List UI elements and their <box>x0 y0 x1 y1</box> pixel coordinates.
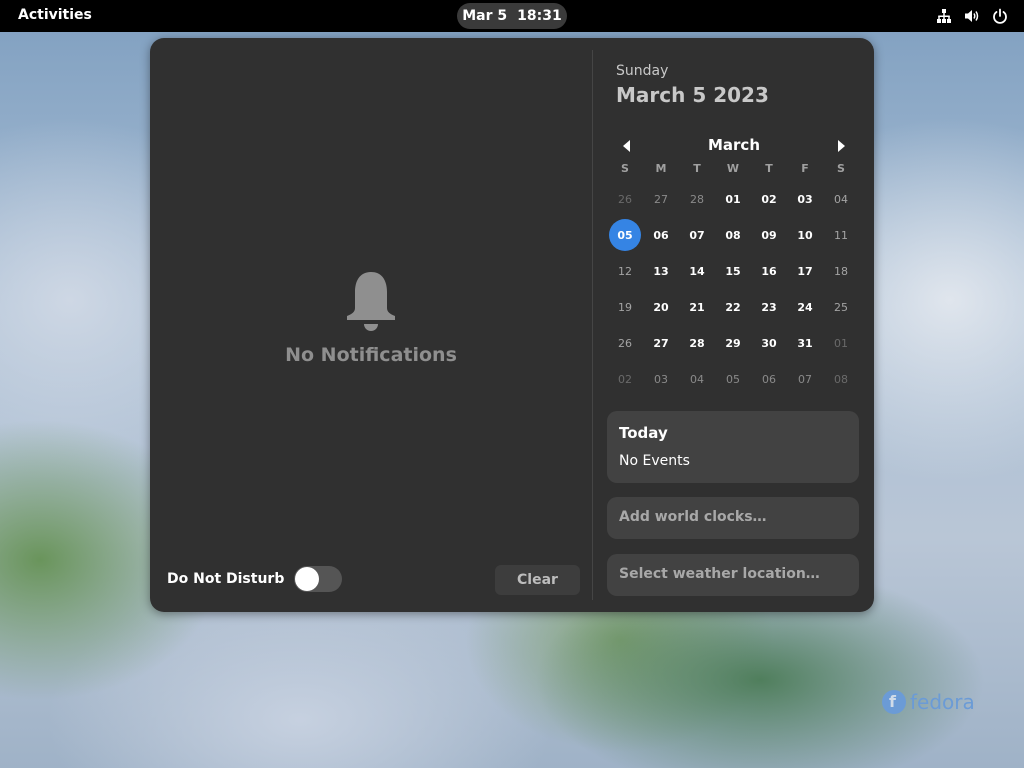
calendar-day[interactable]: 26 <box>607 181 643 217</box>
calendar-day[interactable]: 02 <box>607 361 643 397</box>
calendar-day[interactable]: 07 <box>679 217 715 253</box>
calendar-day[interactable]: 07 <box>787 361 823 397</box>
no-notifications-label: No Notifications <box>285 344 457 366</box>
weekday-header: T <box>765 162 773 175</box>
calendar-day[interactable]: 06 <box>751 361 787 397</box>
weekday-header: W <box>726 162 740 175</box>
calendar-day[interactable]: 08 <box>715 217 751 253</box>
calendar-week: 19 20 21 22 23 24 25 <box>607 289 859 325</box>
calendar-day[interactable]: 16 <box>751 253 787 289</box>
calendar-day[interactable]: 23 <box>751 289 787 325</box>
calendar-day[interactable]: 01 <box>823 325 859 361</box>
fedora-watermark: f fedora <box>882 690 975 714</box>
calendar-day[interactable]: 27 <box>643 181 679 217</box>
events-section[interactable]: Today No Events <box>607 411 859 483</box>
calendar-day[interactable]: 08 <box>823 361 859 397</box>
calendar-day[interactable]: 13 <box>643 253 679 289</box>
calendar-week: 05 06 07 08 09 10 11 <box>607 217 859 253</box>
calendar-day[interactable]: 28 <box>679 181 715 217</box>
month-label: March <box>707 136 761 154</box>
weekday-header: F <box>801 162 809 175</box>
month-header: March <box>616 134 852 158</box>
weekday-header: S <box>621 162 629 175</box>
network-wired-icon[interactable] <box>936 8 952 24</box>
calendar-day[interactable]: 27 <box>643 325 679 361</box>
calendar-day-today[interactable]: 05 <box>607 217 643 253</box>
today-marker: 05 <box>609 219 641 251</box>
power-icon[interactable] <box>992 8 1008 24</box>
calendar-day[interactable]: 25 <box>823 289 859 325</box>
do-not-disturb-toggle[interactable] <box>294 566 343 592</box>
calendar-day[interactable]: 28 <box>679 325 715 361</box>
calendar-week: 26 27 28 29 30 31 01 <box>607 325 859 361</box>
events-title: Today <box>619 424 668 442</box>
calendar-day[interactable]: 17 <box>787 253 823 289</box>
calendar-week: 26 27 28 01 02 03 04 <box>607 181 859 217</box>
calendar-day[interactable]: 14 <box>679 253 715 289</box>
calendar-day[interactable]: 05 <box>715 361 751 397</box>
bell-icon <box>347 272 395 331</box>
toggle-knob <box>295 567 320 591</box>
weekday-header: T <box>693 162 701 175</box>
calendar-day[interactable]: 21 <box>679 289 715 325</box>
system-tray[interactable] <box>936 0 1008 32</box>
calendar-day[interactable]: 19 <box>607 289 643 325</box>
calendar-day[interactable]: 09 <box>751 217 787 253</box>
calendar-day[interactable]: 15 <box>715 253 751 289</box>
no-events-label: No Events <box>619 453 690 469</box>
calendar-day[interactable]: 03 <box>787 181 823 217</box>
weather-location-label: Select weather location… <box>619 566 820 582</box>
calendar-day[interactable]: 04 <box>679 361 715 397</box>
clock-time: 18:31 <box>517 8 562 24</box>
calendar-day[interactable]: 03 <box>643 361 679 397</box>
world-clocks-label: Add world clocks… <box>619 509 767 525</box>
calendar-full-date[interactable]: March 5 2023 <box>616 83 769 107</box>
calendar-day[interactable]: 12 <box>607 253 643 289</box>
weekday-headers: S M T W T F S <box>607 162 859 175</box>
calendar-day[interactable]: 01 <box>715 181 751 217</box>
world-clocks-button[interactable]: Add world clocks… <box>607 497 859 539</box>
notifications-empty-state: No Notifications <box>150 268 592 366</box>
fedora-logo-icon: f <box>882 690 906 714</box>
calendar-day[interactable]: 22 <box>715 289 751 325</box>
calendar-week: 12 13 14 15 16 17 18 <box>607 253 859 289</box>
activities-button[interactable]: Activities <box>18 0 92 32</box>
calendar-week: 02 03 04 05 06 07 08 <box>607 361 859 397</box>
calendar-day[interactable]: 20 <box>643 289 679 325</box>
calendar-grid: 26 27 28 01 02 03 04 05 06 07 08 09 10 1… <box>607 181 859 397</box>
clock-date: Mar 5 <box>462 8 508 24</box>
date-time-button[interactable]: Mar 5 18:31 <box>457 3 567 29</box>
do-not-disturb-label: Do Not Disturb <box>167 571 285 587</box>
weather-location-button[interactable]: Select weather location… <box>607 554 859 596</box>
calendar-day[interactable]: 10 <box>787 217 823 253</box>
fedora-wordmark: fedora <box>910 690 975 714</box>
calendar-notifications-popover: No Notifications Do Not Disturb Clear Su… <box>150 38 874 612</box>
clear-notifications-button[interactable]: Clear <box>495 565 580 595</box>
top-bar: Activities Mar 5 18:31 <box>0 0 1024 32</box>
weekday-header: M <box>655 162 667 175</box>
calendar-day[interactable]: 18 <box>823 253 859 289</box>
calendar-day[interactable]: 04 <box>823 181 859 217</box>
calendar-day[interactable]: 02 <box>751 181 787 217</box>
weekday-header: S <box>837 162 845 175</box>
calendar-day[interactable]: 26 <box>607 325 643 361</box>
calendar-day[interactable]: 29 <box>715 325 751 361</box>
calendar-day[interactable]: 31 <box>787 325 823 361</box>
calendar-day[interactable]: 30 <box>751 325 787 361</box>
volume-icon[interactable] <box>964 8 980 24</box>
do-not-disturb-row: Do Not Disturb <box>167 566 343 592</box>
calendar-day[interactable]: 11 <box>823 217 859 253</box>
calendar-day[interactable]: 06 <box>643 217 679 253</box>
calendar-weekday[interactable]: Sunday <box>616 63 668 79</box>
panel-divider <box>592 50 593 600</box>
calendar-day[interactable]: 24 <box>787 289 823 325</box>
next-month-icon[interactable] <box>833 138 849 154</box>
